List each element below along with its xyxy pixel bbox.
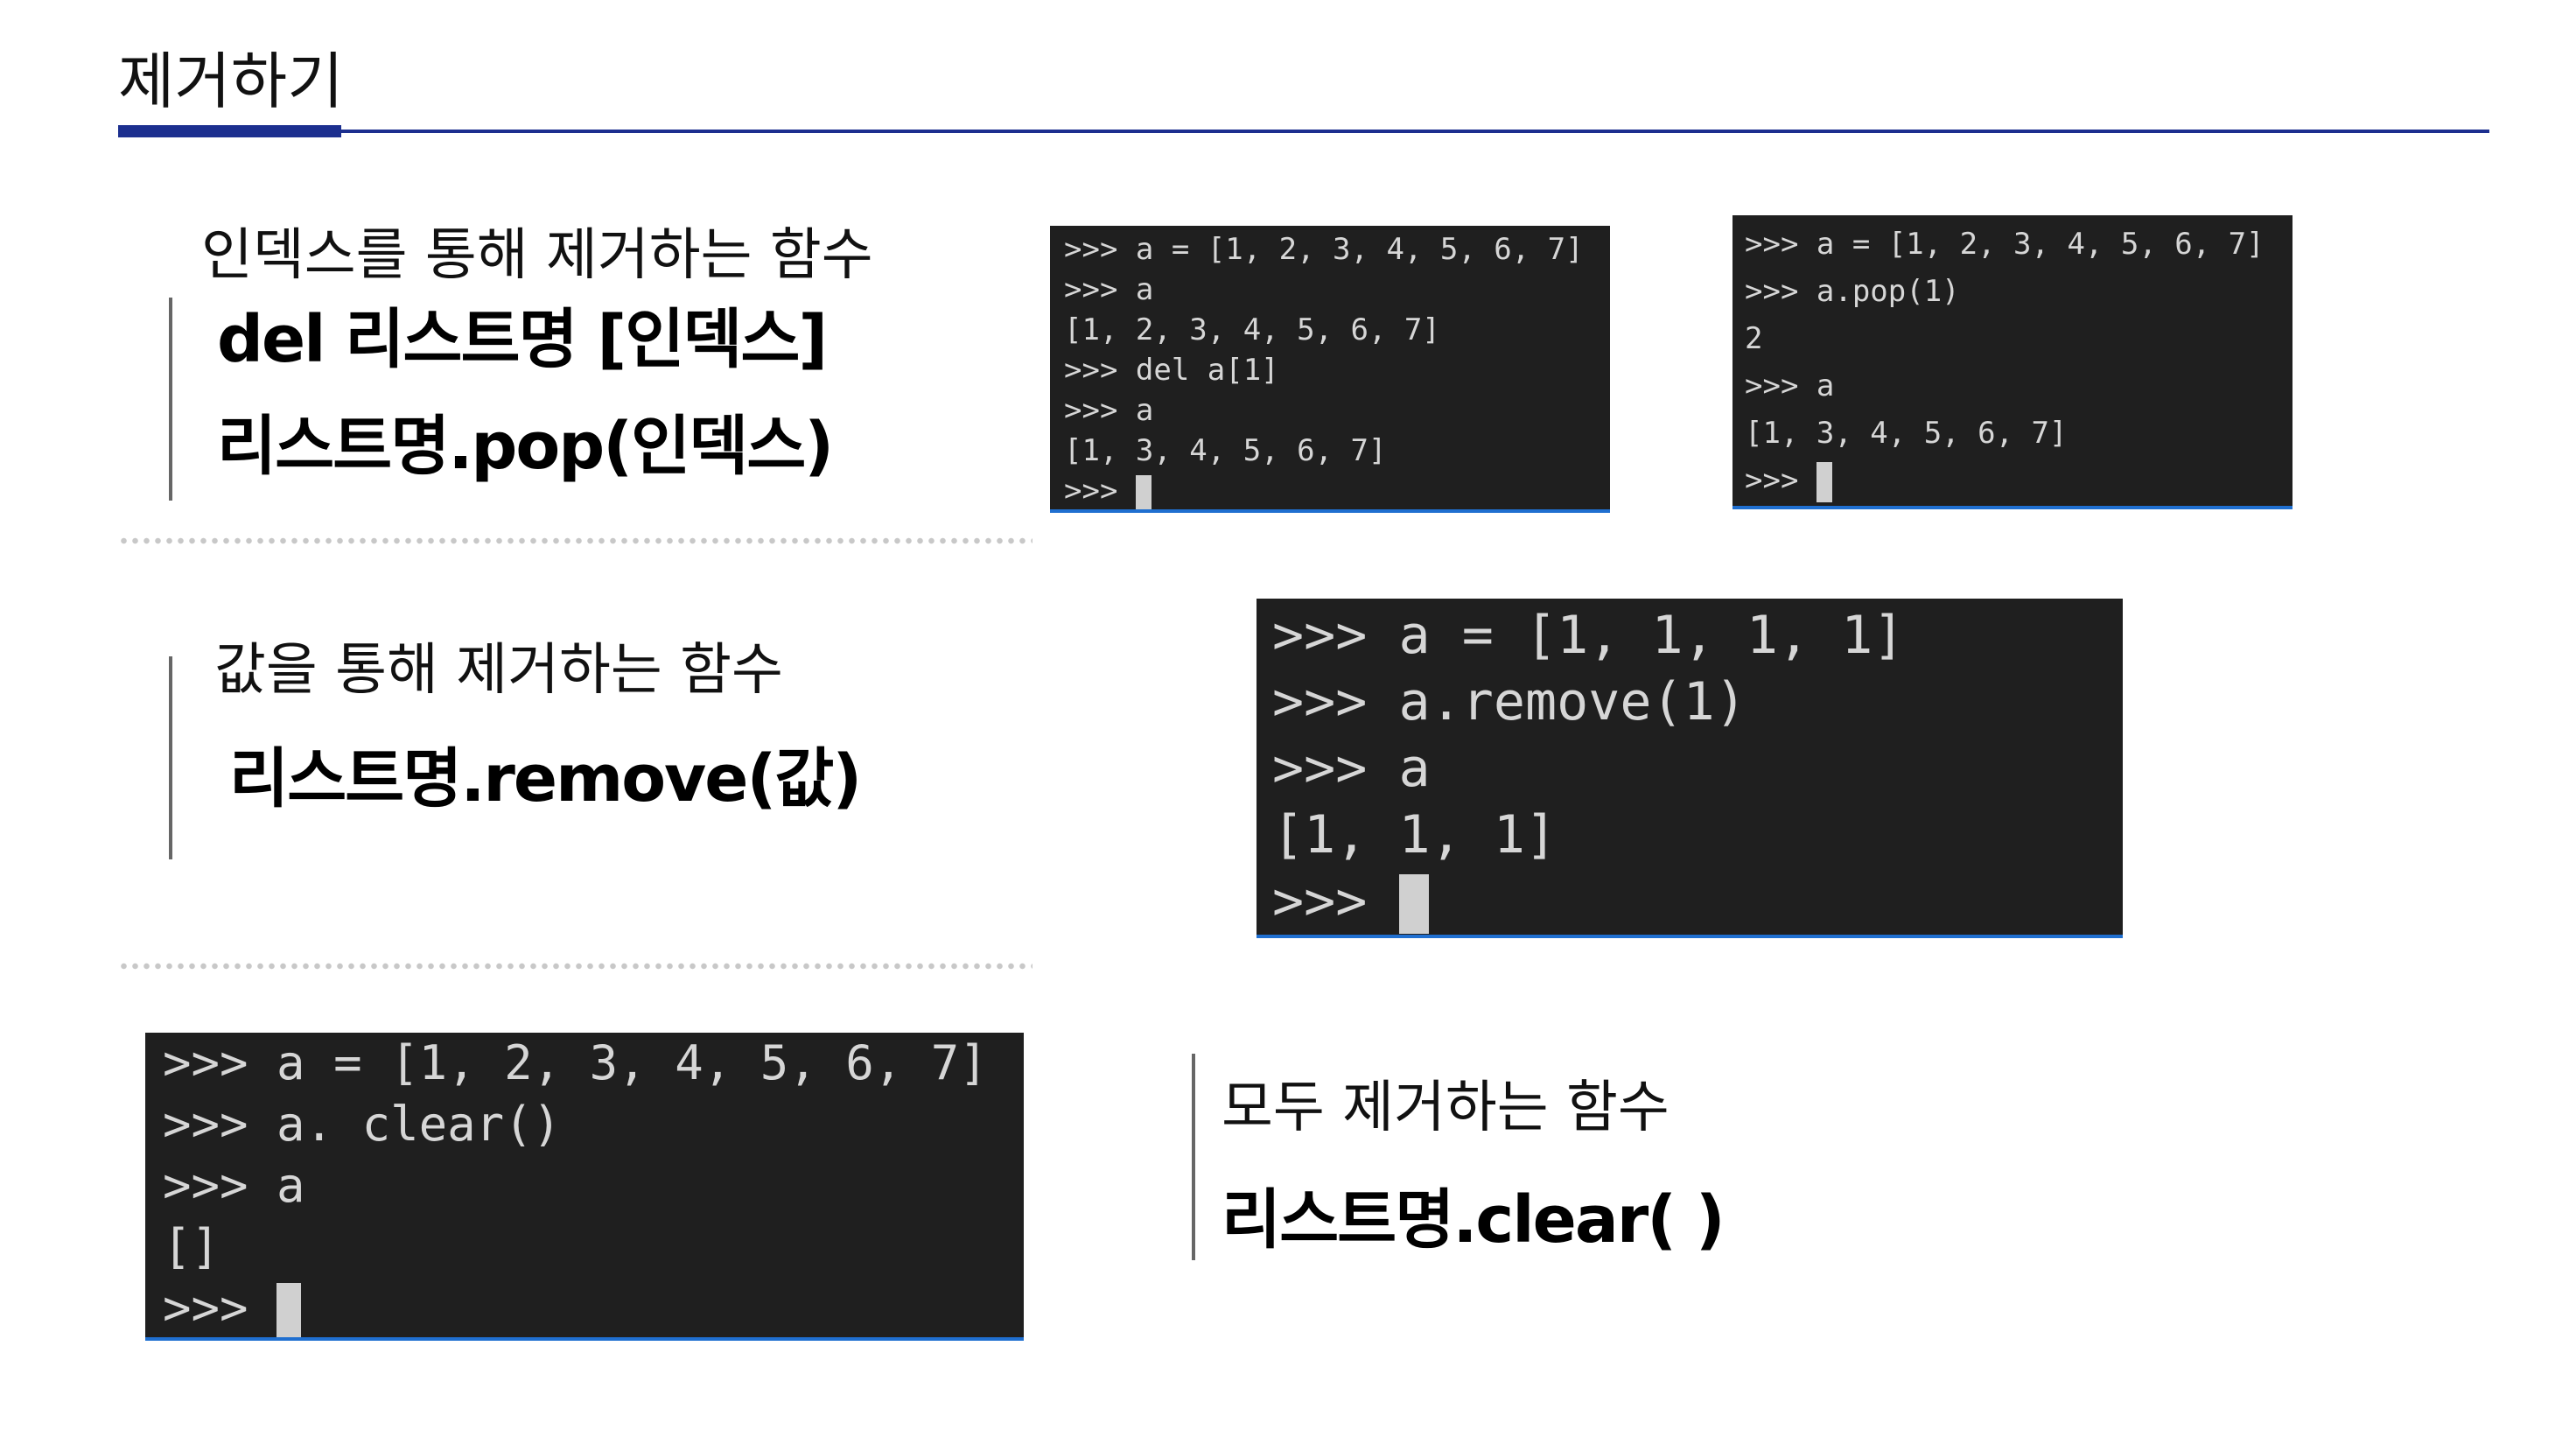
terminal-line: >>> a = [1, 2, 3, 4, 5, 6, 7] [1064,232,1584,267]
terminal-line: [1, 3, 4, 5, 6, 7] [1745,416,2068,451]
terminal-line: >>> a = [1, 2, 3, 4, 5, 6, 7] [163,1035,988,1090]
terminal-line: >>> a.remove(1) [1272,671,1746,733]
terminal-line: >>> a [1745,368,1835,403]
title-underline [118,130,2489,133]
title-underline-accent [118,125,341,137]
terminal-del-example: >>> a = [1, 2, 3, 4, 5, 6, 7] >>> a [1, … [1050,226,1610,513]
section-marker-index [169,298,172,501]
terminal-clear-example: >>> a = [1, 2, 3, 4, 5, 6, 7] >>> a. cle… [145,1033,1024,1341]
section-description-clear: 모두 제거하는 함수 [1222,1076,1670,1140]
terminal-line: [1, 2, 3, 4, 5, 6, 7] [1064,312,1440,347]
terminal-line: >>> a = [1, 1, 1, 1] [1272,605,1905,666]
section-marker-value [169,656,172,859]
section-divider [118,537,1032,544]
syntax-del: del 리스트명 [인덱스] [217,302,828,377]
terminal-line: [] [163,1219,220,1274]
terminal-cursor [1398,874,1429,935]
terminal-remove-example: >>> a = [1, 1, 1, 1] >>> a.remove(1) >>>… [1256,599,2123,938]
terminal-prompt: >>> [1272,871,1399,932]
terminal-line: >>> a [1064,272,1154,307]
terminal-prompt-line: >>> [1745,457,2292,504]
syntax-remove: 리스트명.remove(값) [229,741,862,817]
syntax-clear: 리스트명.clear( ) [1222,1182,1726,1258]
slide-title: 제거하기 [118,46,344,117]
terminal-line: >>> a [1064,393,1154,428]
terminal-line: >>> a = [1, 2, 3, 4, 5, 6, 7] [1745,227,2264,262]
terminal-prompt: >>> [1745,463,1816,498]
terminal-line: >>> a [163,1158,305,1213]
section-description-index: 인덱스를 통해 제거하는 함수 [201,223,873,288]
section-divider [118,963,1032,970]
syntax-pop: 리스트명.pop(인덱스) [217,409,834,484]
terminal-prompt-line: >>> [1272,868,2123,935]
terminal-line: [1, 3, 4, 5, 6, 7] [1064,433,1387,468]
terminal-line: >>> del a[1] [1064,353,1279,388]
terminal-cursor [276,1283,302,1337]
terminal-line: >>> a.pop(1) [1745,274,1960,309]
terminal-line: 2 [1745,321,1763,356]
section-description-value: 값을 통해 제거하는 함수 [214,638,783,703]
terminal-cursor [1816,461,1832,502]
terminal-prompt: >>> [1064,473,1136,508]
terminal-line: [1, 1, 1] [1272,804,1558,866]
terminal-pop-example: >>> a = [1, 2, 3, 4, 5, 6, 7] >>> a.pop(… [1732,215,2292,509]
terminal-line: >>> a. clear() [163,1097,562,1152]
section-marker-clear [1192,1054,1195,1260]
terminal-prompt: >>> [163,1280,277,1335]
terminal-line: >>> a [1272,738,1431,799]
terminal-prompt-line: >>> [163,1278,1024,1337]
terminal-cursor [1135,474,1152,509]
terminal-prompt-line: >>> [1064,471,1610,509]
